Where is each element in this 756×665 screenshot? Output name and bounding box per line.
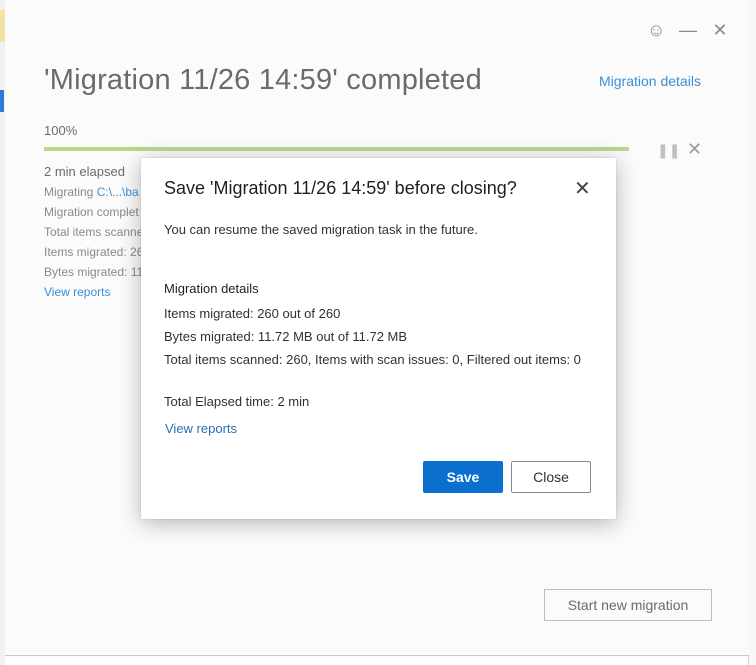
progress-bar <box>44 147 629 151</box>
bytes-line: Bytes migrated: 11 <box>44 265 144 279</box>
dialog-close-icon[interactable]: ✕ <box>574 176 591 201</box>
migrating-path-link[interactable]: C:\...\ba <box>97 185 139 199</box>
background-selection <box>0 90 4 112</box>
cancel-icon[interactable]: ✕ <box>687 139 702 160</box>
page-title: 'Migration 11/26 14:59' completed <box>44 64 482 96</box>
migrating-line: Migrating C:\...\ba <box>44 182 143 202</box>
close-icon[interactable]: ✕ <box>711 20 729 40</box>
migrating-label: Migrating <box>44 185 94 199</box>
view-reports-link-bg[interactable]: View reports <box>44 282 143 302</box>
close-button[interactable]: Close <box>511 461 591 493</box>
migration-details-link[interactable]: Migration details <box>599 73 701 89</box>
window-controls: ☺ — ✕ <box>647 20 729 40</box>
pause-icon[interactable]: ❚❚ <box>657 142 680 159</box>
details-heading: Migration details <box>164 281 259 296</box>
minimize-icon[interactable]: — <box>679 20 697 40</box>
items-line: Items migrated: 26 <box>44 245 144 259</box>
view-reports-link[interactable]: View reports <box>165 421 237 436</box>
save-dialog: Save 'Migration 11/26 14:59' before clos… <box>141 158 616 519</box>
background-scrollbar <box>748 0 756 665</box>
bytes-migrated-text: Bytes migrated: 11.72 MB out of 11.72 MB <box>164 329 408 344</box>
save-button[interactable]: Save <box>423 461 503 493</box>
total-scanned-text: Total items scanned: 260, Items with sca… <box>164 352 581 367</box>
elapsed-text: 2 min elapsed <box>44 164 125 179</box>
items-migrated-text: Items migrated: 260 out of 260 <box>164 306 341 321</box>
progress-fill <box>44 147 629 151</box>
dialog-title: Save 'Migration 11/26 14:59' before clos… <box>164 178 517 198</box>
progress-percent: 100% <box>44 123 78 138</box>
start-new-migration-button[interactable]: Start new migration <box>544 589 712 621</box>
scanned-line: Total items scanne <box>44 225 144 239</box>
dialog-subtitle: You can resume the saved migration task … <box>164 222 478 237</box>
migration-status-lines: 2 min elapsed Migrating C:\...\ba Migrat… <box>44 162 143 302</box>
status-line: Migration complet <box>44 205 139 219</box>
smiley-icon[interactable]: ☺ <box>647 20 665 40</box>
elapsed-time-text: Total Elapsed time: 2 min <box>164 394 310 409</box>
